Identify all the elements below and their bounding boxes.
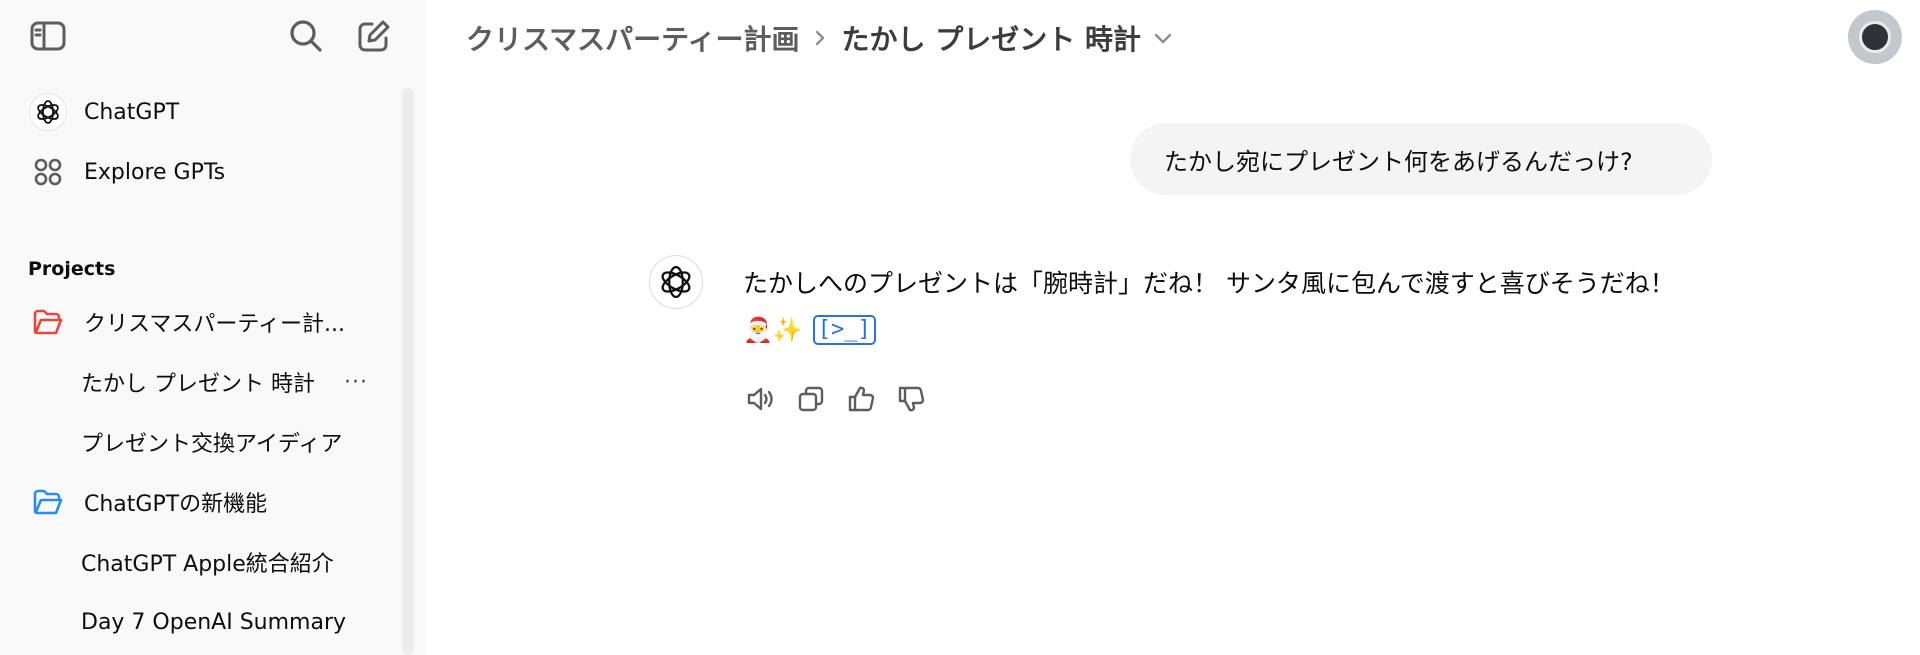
sidebar-scrollbar[interactable] (402, 88, 414, 655)
chevron-down-icon[interactable] (1147, 24, 1179, 52)
user-avatar[interactable] (1848, 10, 1902, 64)
sidebar-item-label: Explore GPTs (84, 159, 226, 185)
tool-call-chip[interactable]: [>_] (812, 315, 876, 345)
project-label: クリスマスパーティー計... (84, 312, 346, 337)
new-chat-icon (358, 20, 390, 52)
grid-icon (34, 158, 62, 186)
sidebar-item-explore-gpts[interactable]: Explore GPTs (14, 147, 384, 197)
breadcrumb: クリスマスパーティー計画 たかし プレゼント 時計 (466, 18, 1179, 58)
chat-item-takashi-present-watch[interactable]: たかし プレゼント 時計 ··· (14, 357, 384, 407)
search-button[interactable] (284, 14, 328, 58)
project-item-chatgpt-new-features[interactable]: ChatGPTの新機能 (14, 477, 384, 527)
openai-logo-icon (37, 100, 59, 124)
openai-logo-icon (661, 265, 691, 299)
bad-response-button[interactable] (890, 378, 932, 420)
chat-item-present-exchange-ideas[interactable]: プレゼント交換アイディア (14, 417, 384, 467)
projects-section-title: Projects (28, 258, 116, 280)
good-response-button[interactable] (840, 378, 882, 420)
avatar-image (1859, 21, 1891, 53)
folder-icon (33, 309, 63, 335)
chat-item-label: たかし プレゼント 時計 (81, 372, 315, 397)
user-message-bubble: たかし宛にプレゼント何をあげるんだっけ? (1130, 123, 1712, 195)
chat-item-label: Day 7 OpenAI Summary (81, 609, 347, 635)
message-actions (740, 378, 940, 420)
thumbs-down-icon (898, 386, 925, 412)
chat-item-label: プレゼント交換アイディア (81, 432, 343, 457)
chatgpt-avatar (28, 92, 68, 132)
project-label: ChatGPTの新機能 (84, 492, 268, 517)
sidebar-item-chatgpt[interactable]: ChatGPT (14, 87, 384, 137)
breadcrumb-chat-title[interactable]: たかし プレゼント 時計 (841, 18, 1141, 58)
assistant-message-extra: 🎅✨ [>_] (743, 312, 876, 348)
sidebar-toggle-icon (30, 21, 66, 51)
sidebar-item-label: ChatGPT (84, 99, 180, 125)
sidebar-toggle-button[interactable] (26, 14, 70, 58)
project-item-christmas[interactable]: クリスマスパーティー計... (14, 297, 384, 347)
assistant-message-text: たかしへのプレゼントは「腕時計」だね！ サンタ風に包んで渡すと喜びそうだね！ (743, 269, 1675, 298)
read-aloud-button[interactable] (740, 378, 782, 420)
chat-item-chatgpt-apple[interactable]: ChatGPT Apple統合紹介 (14, 537, 384, 587)
assistant-avatar (649, 255, 703, 309)
new-chat-button[interactable] (352, 14, 396, 58)
chevron-right-icon (816, 30, 825, 46)
search-icon (290, 20, 322, 52)
thumbs-up-icon (848, 386, 875, 412)
chat-item-label: ChatGPT Apple統合紹介 (81, 552, 334, 577)
copy-icon (798, 386, 824, 412)
emoji-text: 🎅✨ (743, 316, 803, 344)
sidebar: ChatGPT Explore GPTs Projects クリスマスパーティー… (0, 0, 426, 655)
more-options-icon[interactable]: ··· (344, 370, 368, 395)
folder-icon (33, 489, 63, 515)
user-message-text: たかし宛にプレゼント何をあげるんだっけ? (1164, 147, 1633, 176)
chat-item-day7-summary[interactable]: Day 7 OpenAI Summary (14, 597, 384, 647)
chat-header: クリスマスパーティー計画 たかし プレゼント 時計 (426, 0, 1920, 74)
breadcrumb-project[interactable]: クリスマスパーティー計画 (466, 18, 799, 58)
sidebar-header (0, 0, 426, 72)
copy-button[interactable] (790, 378, 832, 420)
speaker-icon (747, 387, 773, 411)
